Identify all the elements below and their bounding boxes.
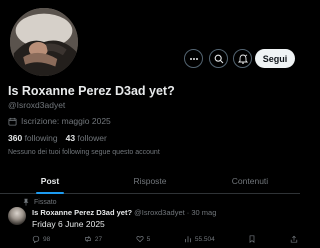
repost-button[interactable]: 27 bbox=[84, 235, 102, 243]
tab-risposte[interactable]: Risposte bbox=[100, 168, 200, 193]
notifications-button[interactable] bbox=[233, 49, 252, 68]
views-count: 55.504 bbox=[194, 235, 215, 243]
share-button[interactable] bbox=[290, 235, 298, 243]
following-link[interactable]: 360 following bbox=[8, 133, 58, 143]
follow-stats: 360 following 43 follower bbox=[8, 133, 107, 143]
followers-count: 43 bbox=[65, 133, 76, 143]
like-count: 5 bbox=[146, 235, 151, 243]
search-icon bbox=[214, 54, 223, 63]
calendar-icon bbox=[8, 117, 17, 126]
join-date-text: Iscrizione: maggio 2025 bbox=[21, 116, 111, 126]
views-button[interactable]: 55.504 bbox=[184, 235, 215, 243]
post-date[interactable]: · 30 mag bbox=[187, 208, 217, 217]
repost-icon bbox=[85, 235, 91, 243]
search-button[interactable] bbox=[209, 49, 228, 68]
profile-handle: @Isroxd3adyet bbox=[8, 100, 66, 110]
reply-icon bbox=[32, 235, 40, 243]
post-author-avatar[interactable] bbox=[8, 207, 26, 225]
reply-button[interactable]: 98 bbox=[32, 235, 50, 243]
reply-count: 98 bbox=[43, 235, 51, 243]
pinned-indicator: Fissato bbox=[22, 198, 57, 206]
bookmark-button[interactable] bbox=[248, 235, 256, 243]
post-author-name[interactable]: Is Roxanne Perez D3ad yet? bbox=[32, 208, 132, 217]
profile-tabs: Post Risposte Contenuti bbox=[0, 168, 300, 194]
views-icon bbox=[185, 236, 191, 243]
post-actions: 98 27 5 55.504 bbox=[32, 235, 298, 243]
mutual-followers-note: Nessuno dei tuoi following segue questo … bbox=[8, 149, 160, 156]
profile-name: Is Roxanne Perez D3ad yet? bbox=[8, 84, 175, 98]
like-button[interactable]: 5 bbox=[136, 235, 151, 243]
followers-label: follower bbox=[77, 133, 107, 143]
profile-avatar[interactable] bbox=[8, 6, 80, 78]
following-count: 360 bbox=[8, 133, 23, 143]
pin-icon bbox=[23, 198, 29, 206]
pinned-label: Fissato bbox=[34, 198, 57, 206]
following-label: following bbox=[24, 133, 58, 143]
post-text[interactable]: Friday 6 June 2025 bbox=[32, 219, 105, 229]
post-header: Is Roxanne Perez D3ad yet? @Isroxd3adyet… bbox=[32, 208, 216, 217]
post-author-handle[interactable]: @Isroxd3adyet bbox=[134, 208, 185, 217]
join-date: Iscrizione: maggio 2025 bbox=[8, 116, 111, 126]
tab-contenuti[interactable]: Contenuti bbox=[200, 168, 300, 193]
repost-count: 27 bbox=[94, 235, 103, 243]
follow-button[interactable]: Segui bbox=[255, 49, 295, 68]
bell-icon bbox=[237, 53, 248, 64]
tab-post[interactable]: Post bbox=[0, 168, 100, 193]
more-icon bbox=[189, 57, 198, 60]
share-icon bbox=[290, 235, 298, 243]
followers-link[interactable]: 43 follower bbox=[66, 133, 107, 143]
more-button[interactable] bbox=[184, 49, 203, 68]
heart-icon bbox=[136, 236, 144, 243]
bookmark-icon bbox=[249, 235, 255, 243]
